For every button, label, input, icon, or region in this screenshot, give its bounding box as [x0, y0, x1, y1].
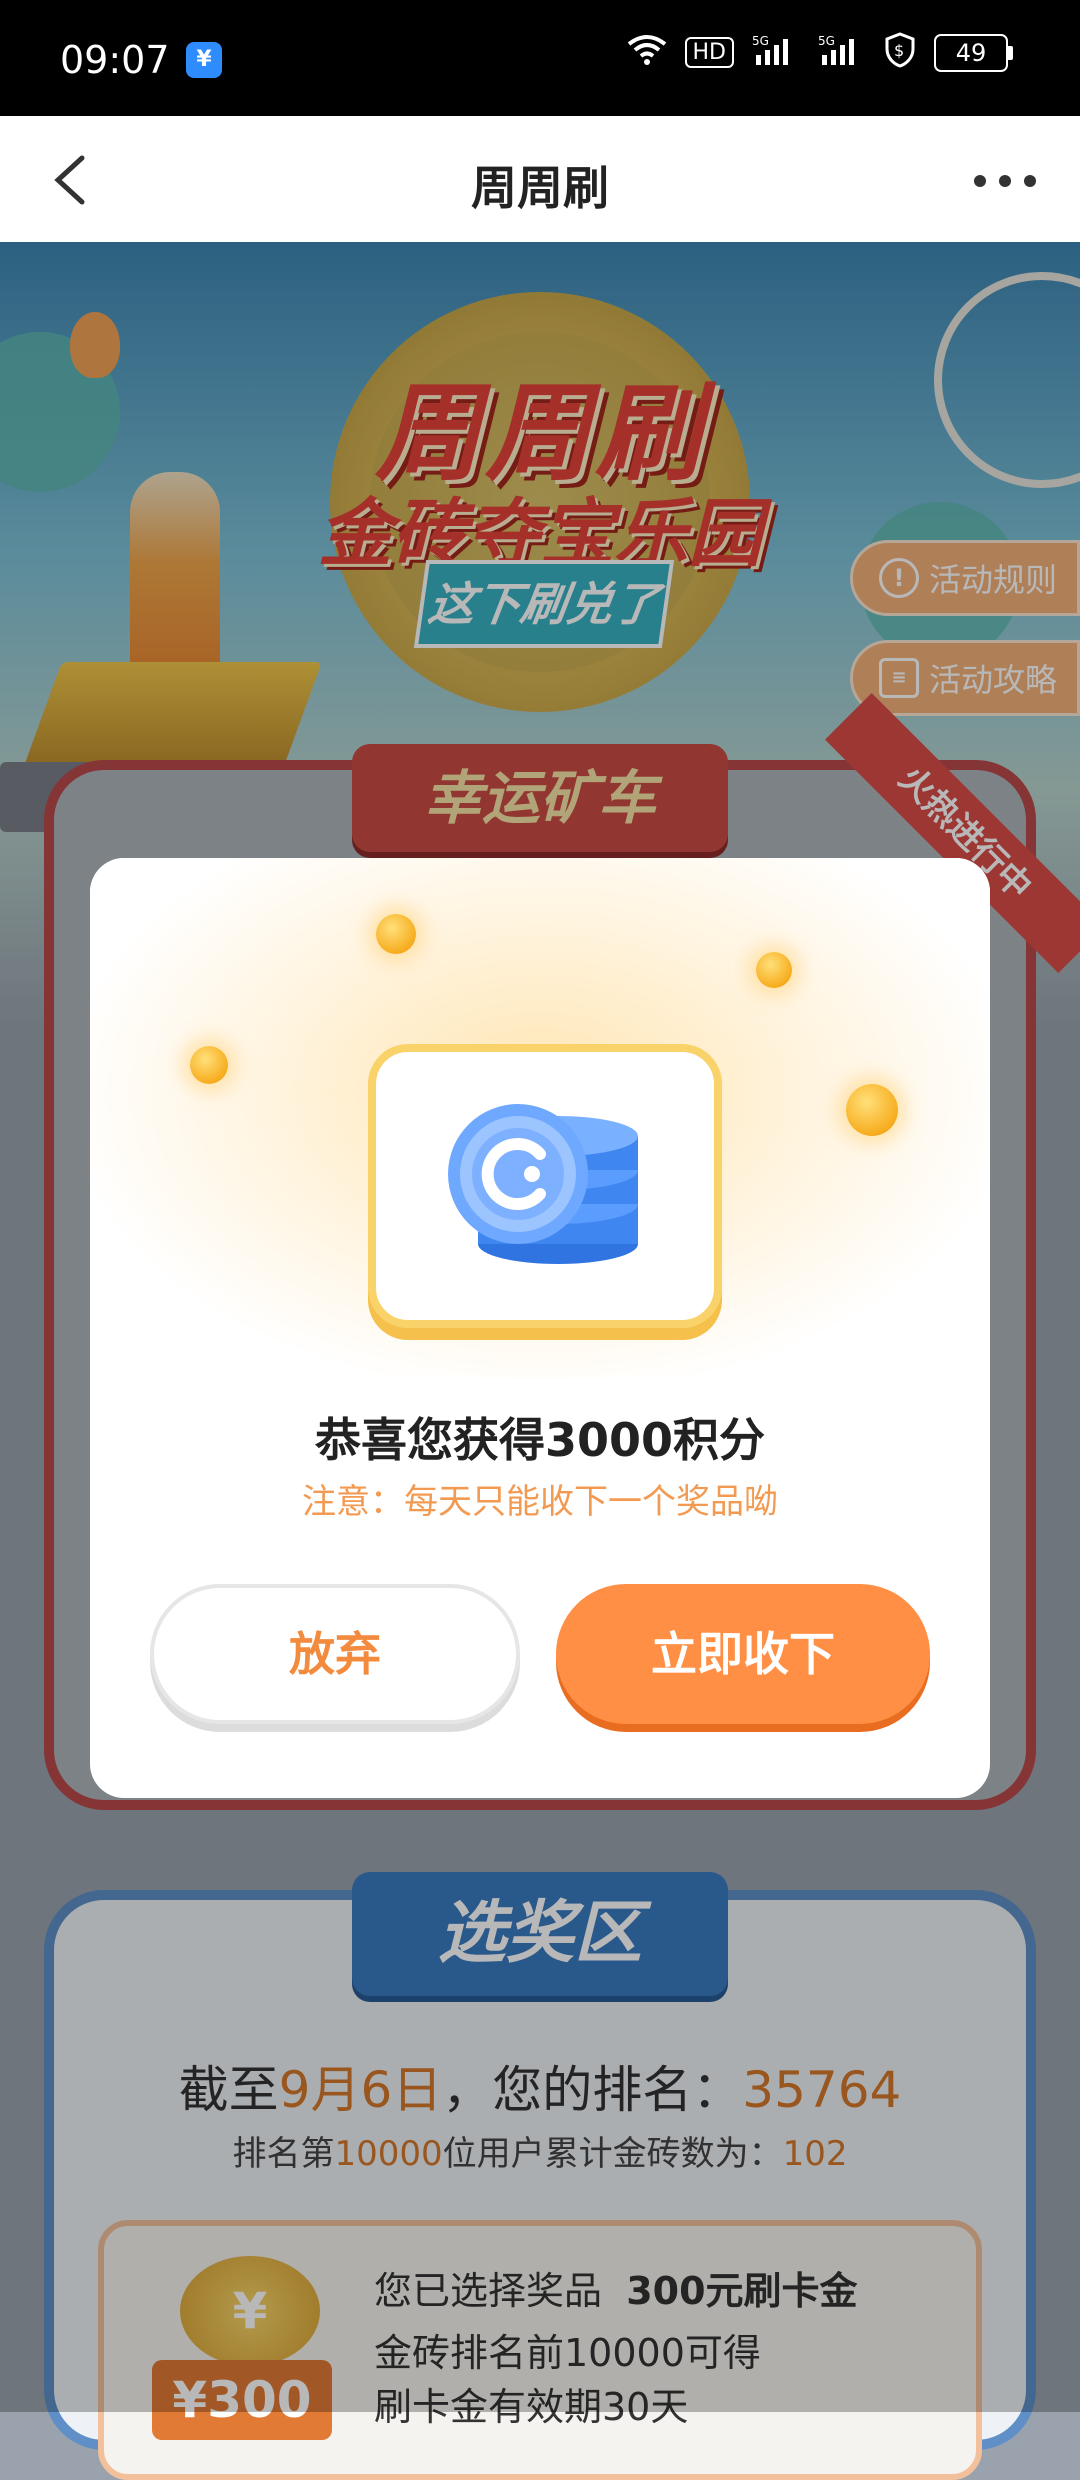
page-title: 周周刷 [471, 161, 609, 215]
status-time: 09:07 [60, 38, 170, 82]
status-icons: HD 5G 5G $ 49 [627, 32, 1013, 73]
status-bar: 09:07 ¥ HD 5G 5G $ 49 [0, 0, 1080, 116]
wifi-icon [627, 34, 667, 71]
floating-coin-icon [846, 1084, 898, 1136]
nav-bar: 周周刷 [0, 116, 1080, 243]
give-up-button[interactable]: 放弃 [150, 1584, 520, 1724]
svg-text:$: $ [894, 41, 904, 60]
svg-text:5G: 5G [752, 34, 769, 48]
floating-coin-icon [376, 914, 416, 954]
svg-text:5G: 5G [818, 34, 835, 48]
battery-icon: 49 [934, 33, 1013, 72]
floating-coin-icon [190, 1046, 228, 1084]
app-notification-icon: ¥ [186, 42, 222, 78]
accept-now-button[interactable]: 立即收下 [556, 1584, 930, 1724]
signal-5g-icon-1: 5G [752, 33, 800, 72]
hd-icon: HD [684, 37, 734, 68]
signal-5g-icon-2: 5G [818, 33, 866, 72]
floating-coin-icon [756, 952, 792, 988]
more-options-icon[interactable] [970, 156, 1040, 206]
reward-dialog: 恭喜您获得3000积分 注意：每天只能收下一个奖品呦 放弃 立即收下 [90, 858, 990, 1798]
points-coin-stack-icon [448, 1104, 638, 1264]
reward-note: 注意：每天只能收下一个奖品呦 [302, 1482, 778, 1522]
reward-title: 恭喜您获得3000积分 [314, 1413, 766, 1467]
shield-dollar-icon: $ [884, 32, 916, 73]
